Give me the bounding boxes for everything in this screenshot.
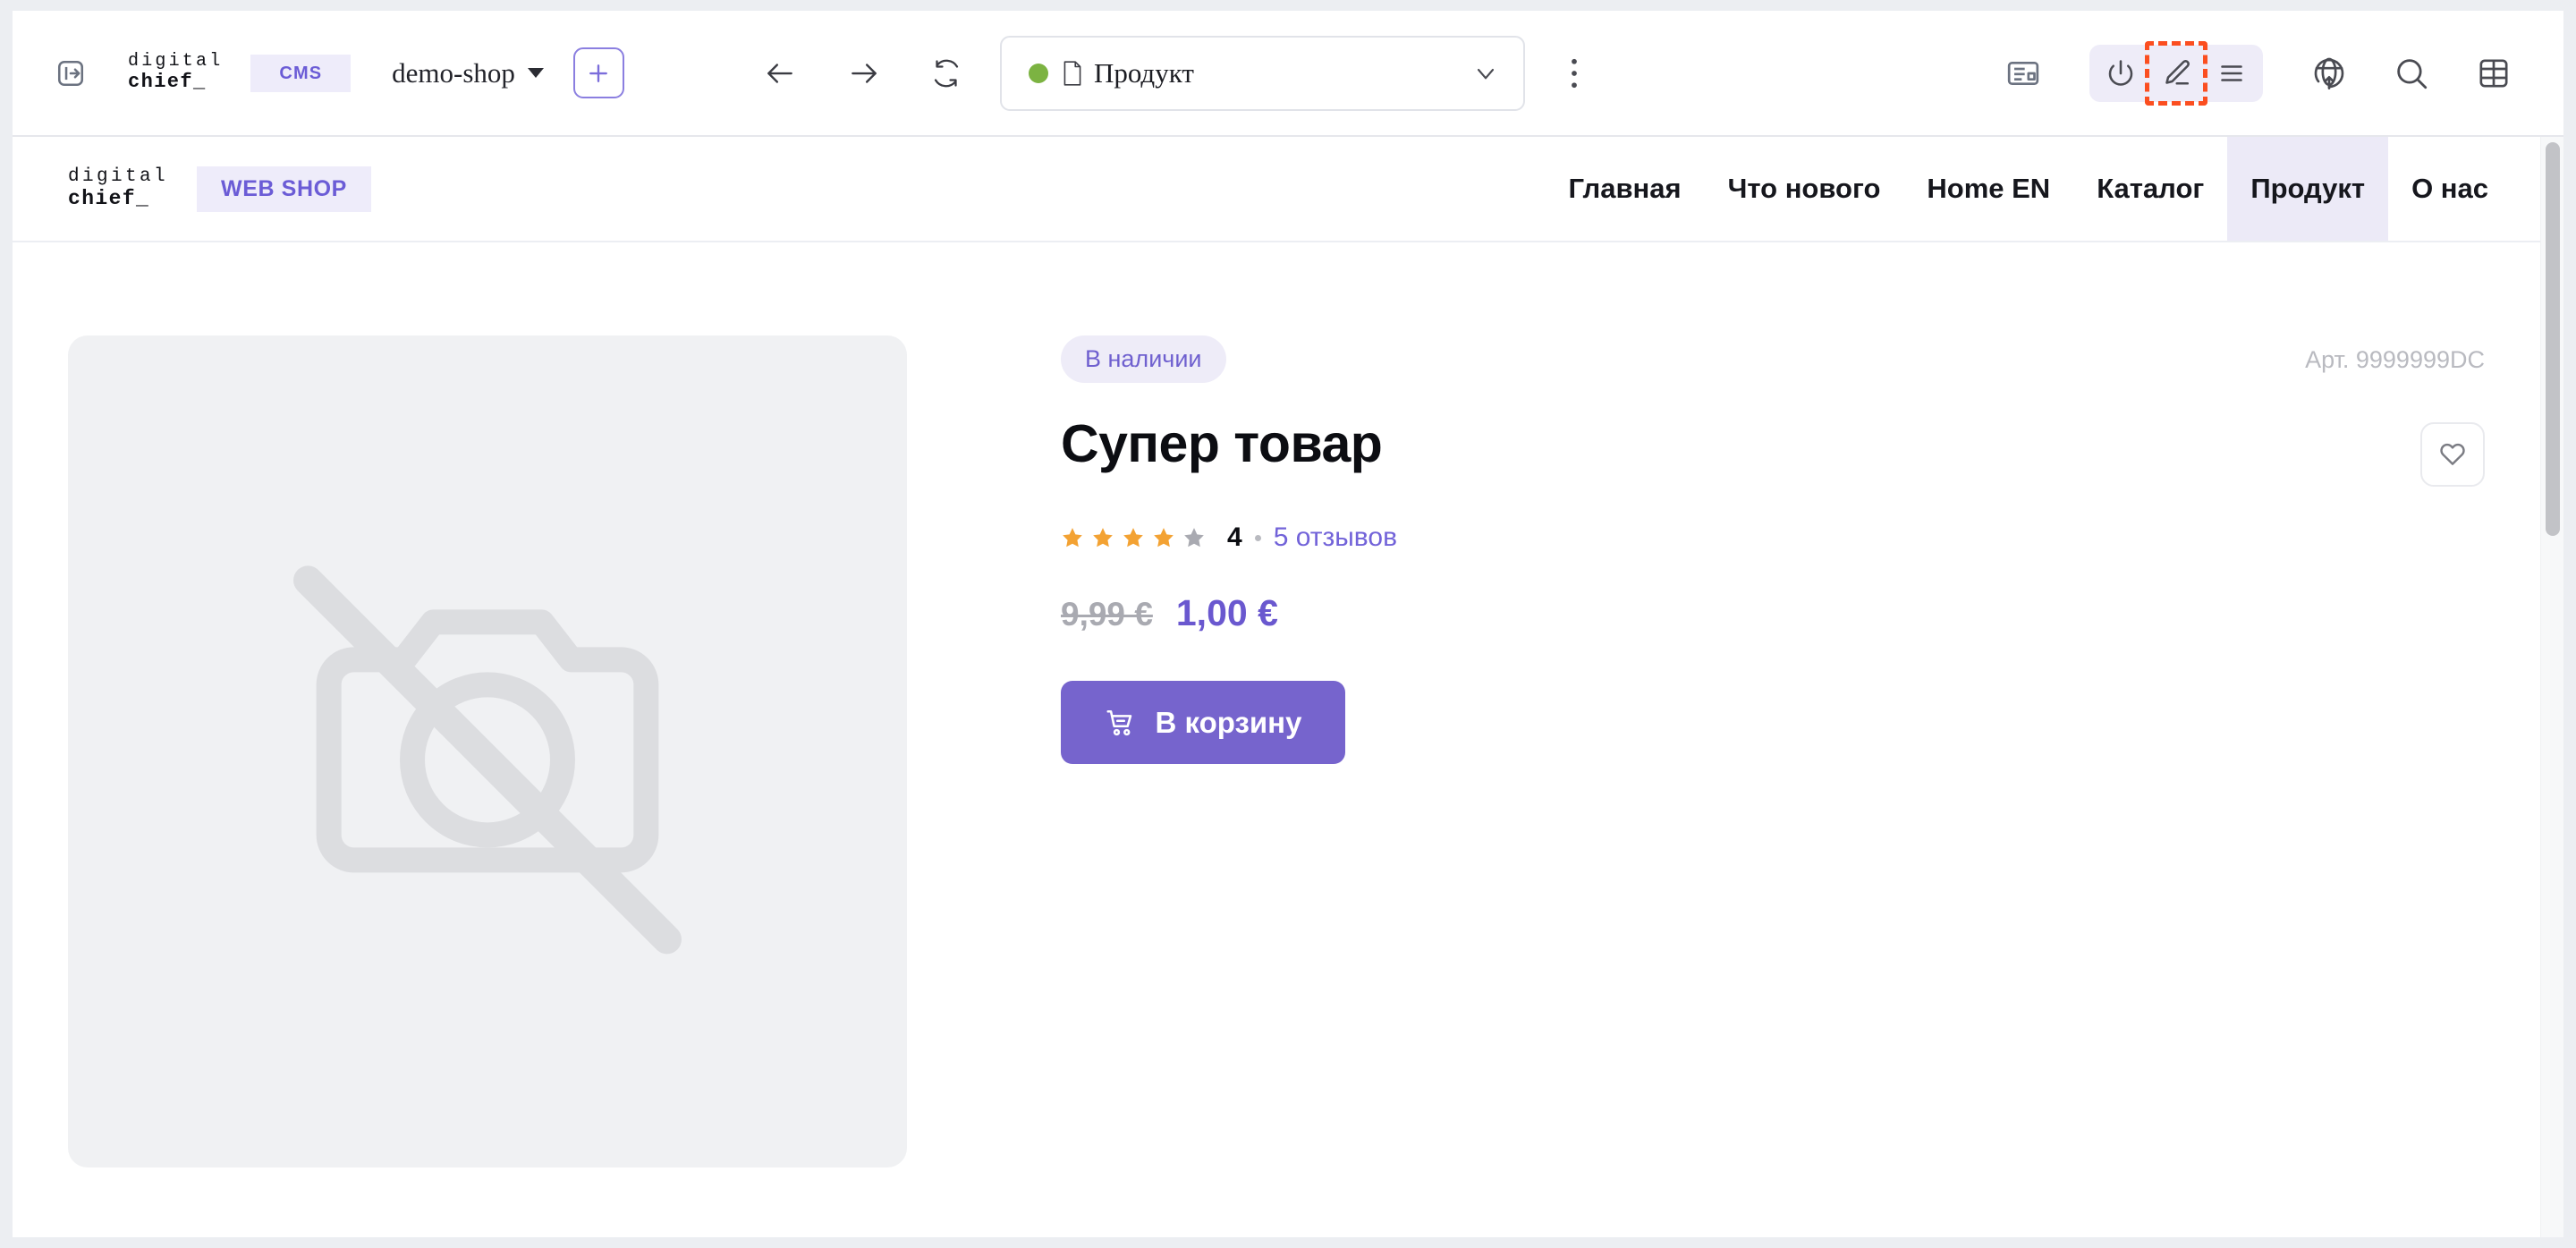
rating-stars bbox=[1061, 526, 1206, 549]
browser-viewport-area: digital chief_ WEB SHOP Главная Что ново… bbox=[13, 137, 2563, 1237]
product-gallery bbox=[68, 335, 907, 1167]
cms-brand-line2: chief_ bbox=[128, 71, 207, 94]
arrow-left-icon[interactable] bbox=[752, 46, 808, 101]
page-selector-pill[interactable]: Продукт bbox=[999, 35, 1525, 111]
caret-down-icon bbox=[527, 68, 544, 78]
add-to-cart-label: В корзину bbox=[1155, 705, 1302, 739]
no-image-camera-icon bbox=[68, 335, 907, 1167]
favorite-button[interactable] bbox=[2420, 422, 2485, 487]
plus-icon[interactable] bbox=[572, 47, 624, 98]
nav-item-chto-novogo[interactable]: Что нового bbox=[1705, 137, 1904, 241]
toolbar-left-group: digital chief_ CMS demo-shop bbox=[13, 47, 624, 98]
product-topline: В наличии Арт. 9999999DC bbox=[1061, 335, 2485, 383]
shop-selector[interactable]: demo-shop bbox=[392, 57, 544, 89]
price-current: 1,00 € bbox=[1175, 592, 1278, 633]
file-icon bbox=[1061, 60, 1084, 87]
page-title: Супер товар bbox=[1061, 414, 1383, 473]
power-icon[interactable] bbox=[2093, 46, 2148, 101]
cms-brand-line1: digital bbox=[128, 50, 224, 72]
status-badge: В наличии bbox=[1061, 335, 1226, 383]
grid-table-icon[interactable] bbox=[2467, 47, 2521, 100]
page-selector-label: Продукт bbox=[1093, 56, 1194, 89]
star-icon-filled bbox=[1063, 528, 1082, 548]
nav-item-home-en[interactable]: Home EN bbox=[1903, 137, 2073, 241]
site-header: digital chief_ WEB SHOP Главная Что ново… bbox=[13, 137, 2540, 242]
web-shop-badge: WEB SHOP bbox=[197, 166, 371, 212]
sidebar-expand-icon[interactable] bbox=[51, 54, 90, 93]
pencil-icon[interactable] bbox=[2145, 40, 2207, 106]
star-icon-filled bbox=[1093, 528, 1113, 548]
product-grid: В наличии Арт. 9999999DC Супер товар 4 5… bbox=[68, 242, 2485, 1167]
cms-toolbar: digital chief_ CMS demo-shop Продукт bbox=[13, 11, 2563, 137]
nav-item-glavnaya[interactable]: Главная bbox=[1546, 137, 1705, 241]
product-details: В наличии Арт. 9999999DC Супер товар 4 5… bbox=[907, 335, 2485, 1167]
nav-item-o-nas[interactable]: О нас bbox=[2388, 137, 2540, 241]
globe-publish-icon[interactable] bbox=[2302, 47, 2356, 100]
shopping-cart-icon bbox=[1105, 707, 1137, 739]
list-lines-icon[interactable] bbox=[2204, 46, 2259, 101]
site-logo[interactable]: digital chief_ bbox=[68, 166, 168, 210]
nav-item-katalog[interactable]: Каталог bbox=[2073, 137, 2227, 241]
price-old: 9,99 € bbox=[1061, 596, 1153, 632]
cms-brand-logo: digital chief_ bbox=[128, 50, 224, 94]
app-shell: digital chief_ CMS demo-shop Продукт dig… bbox=[13, 11, 2563, 1237]
site-brand-group: digital chief_ WEB SHOP bbox=[13, 137, 371, 241]
product-price: 9,99 € 1,00 € bbox=[1061, 592, 2485, 634]
product-title-row: Супер товар bbox=[1061, 415, 2485, 487]
product-rating: 4 5 отзывов bbox=[1061, 522, 2485, 553]
chevron-down-icon bbox=[1471, 59, 1500, 88]
page-status-dot bbox=[1028, 63, 1048, 83]
product-page: В наличии Арт. 9999999DC Супер товар 4 5… bbox=[13, 242, 2540, 1235]
arrow-right-icon[interactable] bbox=[836, 46, 892, 101]
search-icon[interactable] bbox=[2385, 47, 2438, 100]
edit-mode-toolbar-group bbox=[2089, 40, 2263, 106]
rating-value: 4 bbox=[1227, 522, 1242, 552]
reload-icon[interactable] bbox=[919, 46, 974, 101]
nav-item-produkt[interactable]: Продукт bbox=[2227, 137, 2389, 241]
site-viewport: digital chief_ WEB SHOP Главная Что ново… bbox=[13, 137, 2540, 1237]
viewport-scrollbar-thumb[interactable] bbox=[2546, 142, 2560, 536]
star-icon-empty bbox=[1184, 528, 1204, 548]
site-nav: Главная Что нового Home EN Каталог Проду… bbox=[1546, 137, 2540, 241]
add-to-cart-button[interactable]: В корзину bbox=[1061, 681, 1345, 764]
heart-icon bbox=[2437, 438, 2468, 471]
site-logo-line1: digital bbox=[68, 166, 169, 188]
toolbar-nav-group: Продукт bbox=[752, 35, 1598, 111]
viewport-scrollbar[interactable] bbox=[2540, 137, 2563, 1237]
more-vertical-icon[interactable] bbox=[1550, 46, 1598, 101]
layout-blocks-icon[interactable] bbox=[1996, 47, 2050, 100]
site-logo-line2: chief_ bbox=[68, 186, 150, 210]
star-icon-filled bbox=[1123, 528, 1143, 548]
product-sku: Арт. 9999999DC bbox=[2305, 346, 2485, 373]
rating-separator-dot bbox=[1254, 534, 1261, 541]
star-icon-filled bbox=[1154, 528, 1174, 548]
toolbar-right-group bbox=[1996, 40, 2563, 106]
shop-selector-value: demo-shop bbox=[392, 56, 515, 89]
cms-chip: CMS bbox=[250, 54, 352, 92]
reviews-link[interactable]: 5 отзывов bbox=[1274, 522, 1397, 553]
